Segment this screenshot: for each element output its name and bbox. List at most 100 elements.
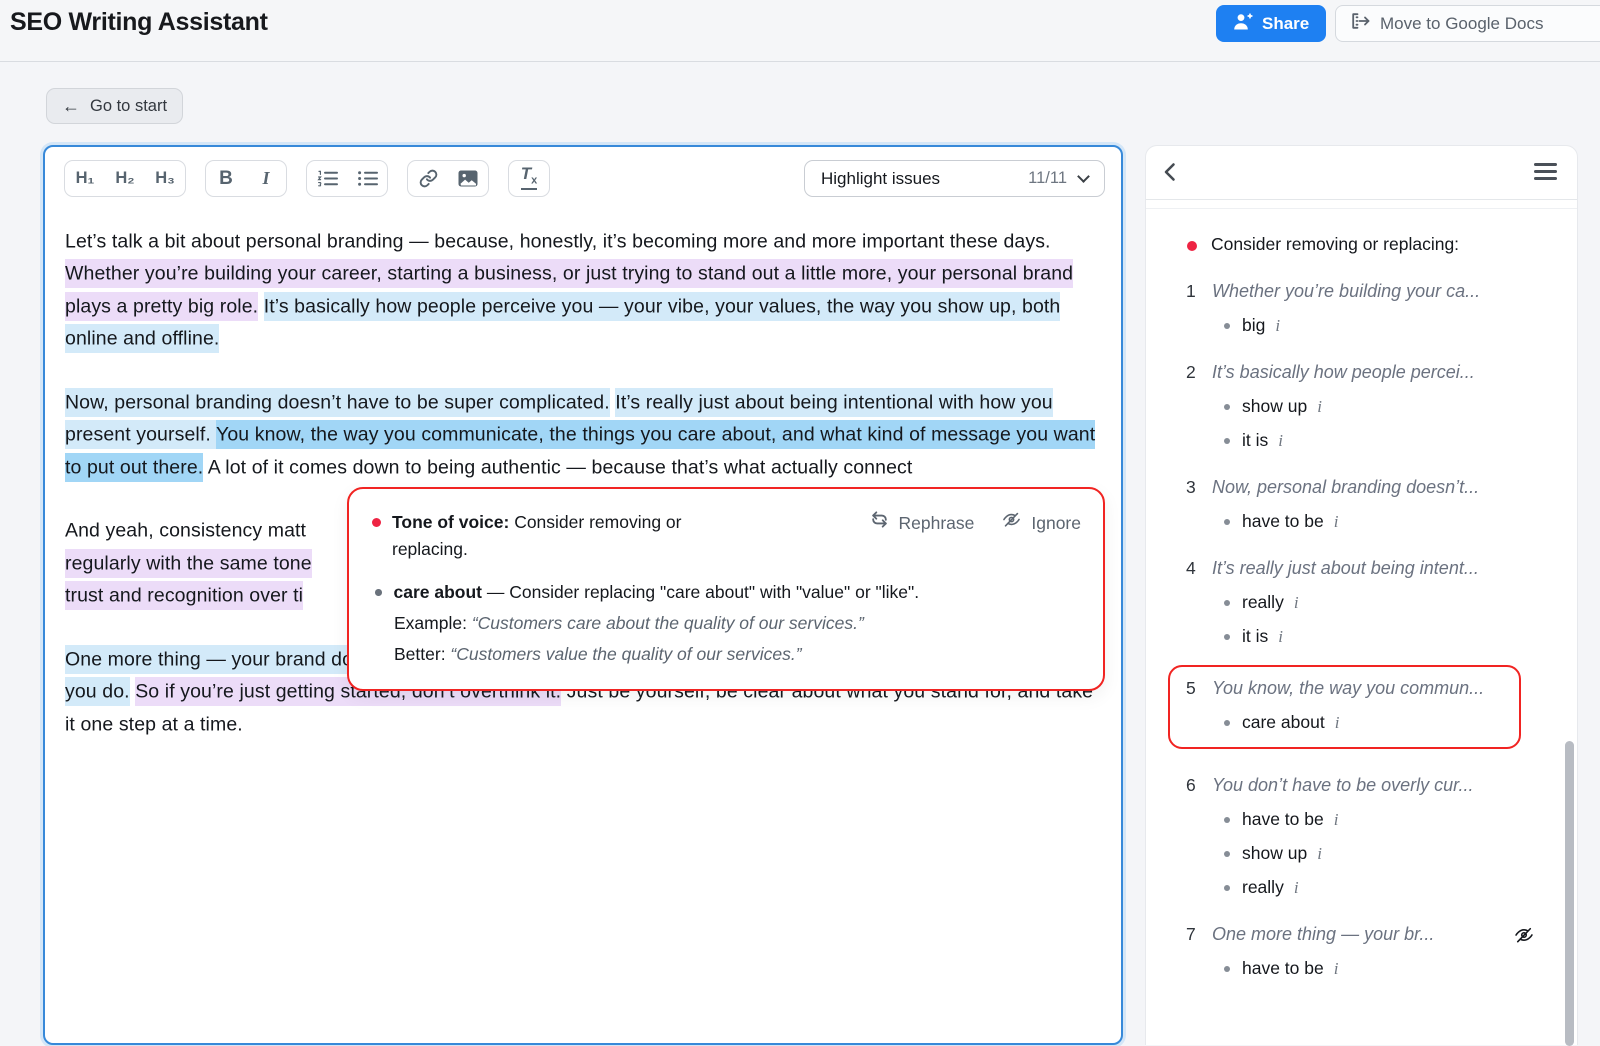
issue-sentence-text[interactable]: Whether you’re building your ca...	[1212, 281, 1480, 302]
menu-icon[interactable]	[1534, 163, 1557, 185]
bold-button[interactable]: B	[206, 161, 246, 196]
info-icon[interactable]: i	[1334, 959, 1339, 979]
info-icon[interactable]: i	[1334, 512, 1339, 532]
term-label[interactable]: show up	[1242, 843, 1307, 864]
highlighted-segment[interactable]: Now, personal branding doesn’t have to b…	[65, 388, 610, 417]
eye-slash-icon	[1001, 510, 1022, 537]
italic-button[interactable]: I	[246, 161, 286, 196]
info-icon[interactable]: i	[1294, 593, 1299, 613]
term-bullet	[1224, 885, 1230, 891]
clear-group: Tx	[508, 160, 550, 197]
issue-sentence[interactable]: 3Now, personal branding doesn’t...	[1186, 477, 1521, 498]
issue-term[interactable]: care about i	[1224, 712, 1519, 733]
issue-sentence-text[interactable]: Now, personal branding doesn’t...	[1212, 477, 1479, 498]
link-icon[interactable]	[408, 161, 448, 196]
issue-item: 7One more thing — your br... have to be i	[1170, 924, 1521, 979]
issue-term[interactable]: reallyi	[1224, 592, 1521, 613]
term-label[interactable]: care about	[1242, 712, 1325, 733]
issue-term[interactable]: have to be i	[1224, 958, 1521, 979]
term-label[interactable]: show up	[1242, 396, 1307, 417]
highlight-issues-dropdown[interactable]: Highlight issues 11/11	[804, 160, 1105, 197]
info-icon[interactable]: i	[1317, 397, 1322, 417]
issue-item: 2It’s basically how people percei... show…	[1170, 362, 1521, 451]
text-line: Now, personal branding doesn’t have to b…	[65, 386, 1097, 484]
info-icon[interactable]: i	[1317, 844, 1322, 864]
info-icon[interactable]: i	[1275, 316, 1280, 336]
info-icon[interactable]: i	[1334, 810, 1339, 830]
issue-sentence[interactable]: 1Whether you’re building your ca...	[1186, 281, 1521, 302]
h3-button[interactable]: H₃	[145, 161, 185, 196]
issue-sentence-text[interactable]: You don’t have to be overly cur...	[1212, 775, 1474, 796]
issue-number: 2	[1186, 362, 1212, 383]
issue-term[interactable]: have to be i	[1224, 809, 1521, 830]
issue-sentence[interactable]: 5You know, the way you commun...	[1186, 678, 1519, 699]
bullet-list-icon[interactable]	[347, 161, 387, 196]
go-to-start-button[interactable]: ← Go to start	[46, 88, 183, 124]
term-bullet	[1224, 519, 1230, 525]
issue-number: 7	[1186, 924, 1212, 945]
info-icon[interactable]: i	[1335, 713, 1340, 733]
issue-sentence-text[interactable]: One more thing — your br...	[1212, 924, 1434, 945]
term-label[interactable]: have to be	[1242, 809, 1324, 830]
issue-number: 4	[1186, 558, 1212, 579]
issue-item: 6You don’t have to be overly cur... have …	[1170, 775, 1521, 898]
insert-group	[407, 160, 489, 197]
term-label[interactable]: really	[1242, 592, 1284, 613]
term-label[interactable]: big	[1242, 315, 1265, 336]
term-label[interactable]: it is	[1242, 430, 1268, 451]
move-to-google-docs-icon	[1350, 12, 1370, 35]
term-label[interactable]: really	[1242, 877, 1284, 898]
text-line: Let’s talk a bit about personal branding…	[65, 225, 1097, 355]
issue-term[interactable]: reallyi	[1224, 877, 1521, 898]
editor-toolbar: H₁ H₂ H₃ B I Tx	[45, 147, 1121, 197]
ignore-button[interactable]: Ignore	[1001, 510, 1081, 537]
h1-button[interactable]: H₁	[65, 161, 105, 196]
ordered-list-icon[interactable]	[307, 161, 347, 196]
issue-sentence-text[interactable]: You know, the way you commun...	[1212, 678, 1484, 699]
issue-term[interactable]: it is i	[1224, 430, 1521, 451]
issue-sentence[interactable]: 4It’s really just about being intent...	[1186, 558, 1521, 579]
hidden-eye-slash-icon[interactable]	[1513, 925, 1535, 950]
issue-term[interactable]: show up i	[1224, 843, 1521, 864]
highlighted-segment[interactable]: regularly with the same tone	[65, 549, 312, 578]
chevron-down-icon	[1077, 170, 1090, 183]
issue-sentence-text[interactable]: It’s basically how people percei...	[1212, 362, 1475, 383]
issue-term[interactable]: it is i	[1224, 626, 1521, 647]
issue-red-dot	[372, 518, 381, 527]
info-icon[interactable]: i	[1278, 627, 1283, 647]
issue-term[interactable]: show up i	[1224, 396, 1521, 417]
rephrase-button[interactable]: Rephrase	[870, 510, 974, 537]
term-bullet	[1224, 323, 1230, 329]
clear-formatting-icon[interactable]: Tx	[509, 161, 549, 196]
issue-sentence[interactable]: 2It’s basically how people percei...	[1186, 362, 1521, 383]
term-label[interactable]: have to be	[1242, 958, 1324, 979]
issue-item: 5You know, the way you commun... care abo…	[1168, 665, 1521, 749]
term-bullet	[1224, 720, 1230, 726]
highlighted-segment[interactable]: trust and recognition over ti	[65, 581, 303, 610]
issue-term[interactable]: have to be i	[1224, 511, 1521, 532]
issue-sentence[interactable]: 6You don’t have to be overly cur...	[1186, 775, 1521, 796]
term-label[interactable]: have to be	[1242, 511, 1324, 532]
back-arrow-icon: ←	[62, 96, 80, 117]
text-segment: A lot of it comes down to being authenti…	[203, 453, 912, 482]
share-label: Share	[1262, 14, 1309, 34]
issue-sentence[interactable]: 7One more thing — your br...	[1186, 924, 1521, 945]
share-person-add-icon	[1233, 13, 1253, 35]
issue-item: 3Now, personal branding doesn’t... have t…	[1170, 477, 1521, 532]
h2-button[interactable]: H₂	[105, 161, 145, 196]
issue-number: 5	[1186, 678, 1212, 699]
share-button[interactable]: Share	[1216, 5, 1326, 42]
rephrase-icon	[870, 510, 889, 537]
sidebar-scrollbar-thumb[interactable]	[1565, 741, 1574, 1046]
issue-sentence-text[interactable]: It’s really just about being intent...	[1212, 558, 1479, 579]
image-icon[interactable]	[448, 161, 488, 196]
move-to-google-docs-button[interactable]: Move to Google Docs	[1335, 5, 1600, 42]
issue-term[interactable]: bigi	[1224, 315, 1521, 336]
collapse-sidebar-icon[interactable]	[1163, 161, 1176, 188]
info-icon[interactable]: i	[1278, 431, 1283, 451]
highlight-issues-label: Highlight issues	[821, 169, 1028, 189]
paragraph: Let’s talk a bit about personal branding…	[65, 225, 1097, 355]
info-icon[interactable]: i	[1294, 878, 1299, 898]
term-label[interactable]: it is	[1242, 626, 1268, 647]
format-group: B I	[205, 160, 287, 197]
